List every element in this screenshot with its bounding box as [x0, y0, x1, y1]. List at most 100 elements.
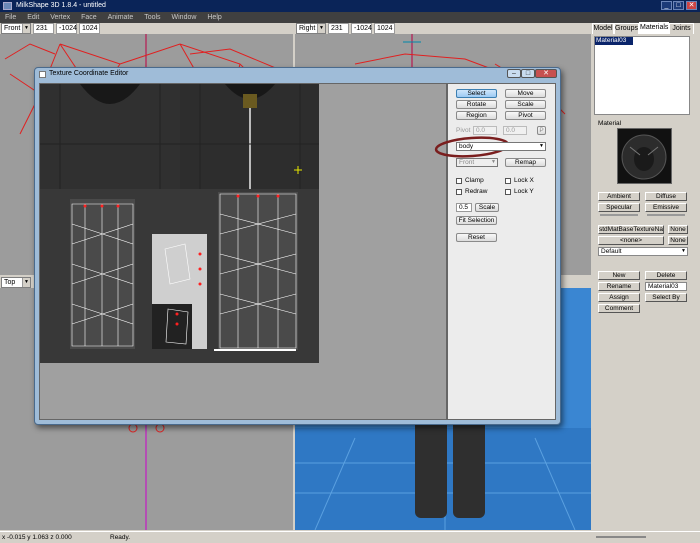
status-coordinates: x -0.015 y 1.063 z 0.000: [2, 534, 72, 541]
dialog-maximize-button[interactable]: □: [521, 69, 535, 78]
mapping-select[interactable]: Front ▼: [456, 158, 498, 167]
select-by-button[interactable]: Select By: [645, 293, 687, 302]
reset-button[interactable]: Reset: [456, 233, 497, 242]
remap-button[interactable]: Remap: [505, 158, 546, 167]
material-section-label: Material: [598, 120, 622, 127]
delete-button[interactable]: Delete: [645, 271, 687, 280]
chevron-down-icon: ▼: [491, 159, 496, 165]
uv-canvas[interactable]: [39, 83, 447, 420]
pivot-x-field[interactable]: 0.0: [473, 126, 497, 135]
material-sphere-image: [621, 134, 667, 180]
scale-value-field[interactable]: 0.5: [456, 203, 472, 212]
menu-animate[interactable]: Animate: [108, 14, 134, 21]
front-value-3[interactable]: 1024: [79, 23, 100, 34]
app-title: MilkShape 3D 1.8.4 - untitled: [16, 2, 106, 9]
assign-button[interactable]: Assign: [598, 293, 640, 302]
ambient-button[interactable]: Ambient: [598, 192, 640, 201]
minimize-button[interactable]: _: [661, 1, 672, 10]
scale-button[interactable]: Scale: [475, 203, 499, 212]
redraw-checkbox[interactable]: [456, 189, 462, 195]
lock-y-label: Lock Y: [514, 188, 534, 195]
maximize-button[interactable]: □: [673, 1, 684, 10]
specular-button[interactable]: Specular: [598, 203, 640, 212]
material-list-item[interactable]: Material03: [595, 37, 633, 45]
mapping-select-value: Front: [459, 159, 475, 166]
move-tool-button[interactable]: Move: [505, 89, 546, 98]
pivot-y-field[interactable]: 0.0: [503, 126, 527, 135]
new-button[interactable]: New: [598, 271, 640, 280]
right-value-2[interactable]: -1024: [351, 23, 372, 34]
pivot-tool-button[interactable]: Pivot: [505, 111, 546, 120]
clamp-label: Clamp: [465, 177, 484, 184]
diffuse-button[interactable]: Diffuse: [645, 192, 687, 201]
pivot-p-button[interactable]: P: [537, 126, 546, 135]
texture-editor-icon: [39, 71, 46, 78]
pivot-label: Pivot: [456, 127, 471, 134]
menu-window[interactable]: Window: [172, 14, 197, 21]
alpha-none-button[interactable]: None: [668, 236, 688, 245]
chevron-down-icon: ▼: [22, 24, 30, 33]
tab-joints[interactable]: Joints: [669, 23, 694, 34]
texture-coordinate-editor-dialog: Texture Coordinate Editor – □ ✕ Select M…: [34, 67, 561, 425]
front-view-label: Front: [4, 25, 21, 32]
milkshape-icon: [3, 2, 12, 10]
material-preview: [617, 128, 672, 184]
texture-button[interactable]: stdMatBaseTextureNam: [598, 225, 664, 234]
right-value-1[interactable]: 231: [328, 23, 349, 34]
app-title-bar: MilkShape 3D 1.8.4 - untitled _ □ ✕: [0, 0, 700, 12]
close-button[interactable]: ✕: [686, 1, 697, 10]
front-value-2[interactable]: -1024: [56, 23, 77, 34]
chevron-down-icon: ▼: [317, 24, 325, 33]
front-view-select[interactable]: Front ▼: [1, 23, 31, 34]
clamp-checkbox[interactable]: [456, 178, 462, 184]
select-tool-button[interactable]: Select: [456, 89, 497, 98]
transparency-slider[interactable]: [647, 214, 685, 216]
rename-button[interactable]: Rename: [598, 282, 640, 291]
front-value-1[interactable]: 231: [33, 23, 54, 34]
top-view-select[interactable]: Top ▼: [1, 277, 31, 288]
tab-model[interactable]: Model: [592, 23, 614, 34]
tab-materials[interactable]: Materials: [639, 22, 669, 34]
status-bar: x -0.015 y 1.063 z 0.000 Ready.: [0, 531, 700, 542]
chevron-down-icon: ▼: [681, 248, 686, 254]
status-message: Ready.: [110, 534, 131, 541]
dialog-close-button[interactable]: ✕: [535, 69, 557, 78]
fit-selection-button[interactable]: Fit Selection: [456, 216, 497, 225]
material-list[interactable]: Material03: [594, 36, 690, 115]
texture-none-button[interactable]: None: [668, 225, 688, 234]
lock-y-checkbox[interactable]: [505, 189, 511, 195]
menu-help[interactable]: Help: [207, 14, 221, 21]
group-select-value: body: [459, 143, 474, 150]
rotate-tool-button[interactable]: Rotate: [456, 100, 497, 109]
menu-edit[interactable]: Edit: [27, 14, 39, 21]
menu-face[interactable]: Face: [81, 14, 97, 21]
emissive-button[interactable]: Emissive: [645, 203, 687, 212]
menu-vertex[interactable]: Vertex: [50, 14, 70, 21]
status-slider[interactable]: [596, 536, 646, 538]
right-value-3[interactable]: 1024: [374, 23, 395, 34]
uv-texture-map: [40, 84, 319, 363]
front-viewport-toolbar: Front ▼ 231 -1024 1024: [0, 23, 293, 34]
tab-groups[interactable]: Groups: [614, 23, 639, 34]
comment-button[interactable]: Comment: [598, 304, 640, 313]
menu-tools[interactable]: Tools: [144, 14, 160, 21]
alpha-texture-button[interactable]: <none>: [598, 236, 664, 245]
material-mode-select[interactable]: Default ▼: [598, 247, 688, 256]
dialog-title: Texture Coordinate Editor: [49, 70, 129, 77]
dialog-minimize-button[interactable]: –: [507, 69, 521, 78]
right-viewport-toolbar: Right ▼ 231 -1024 1024: [295, 23, 591, 34]
right-view-select[interactable]: Right ▼: [296, 23, 326, 34]
group-select[interactable]: body ▼: [456, 142, 546, 151]
lock-x-checkbox[interactable]: [505, 178, 511, 184]
lock-x-label: Lock X: [514, 177, 534, 184]
uv-tools-panel: Select Move Rotate Scale Region Pivot Pi…: [434, 83, 556, 420]
redraw-label: Redraw: [465, 188, 488, 195]
scale-tool-button[interactable]: Scale: [505, 100, 546, 109]
region-tool-button[interactable]: Region: [456, 111, 497, 120]
right-view-label: Right: [299, 25, 316, 32]
chevron-down-icon: ▼: [22, 278, 30, 287]
chevron-down-icon: ▼: [539, 143, 544, 149]
shininess-slider[interactable]: [600, 214, 638, 216]
material-name-field[interactable]: Material03: [645, 282, 687, 291]
menu-file[interactable]: File: [5, 14, 16, 21]
